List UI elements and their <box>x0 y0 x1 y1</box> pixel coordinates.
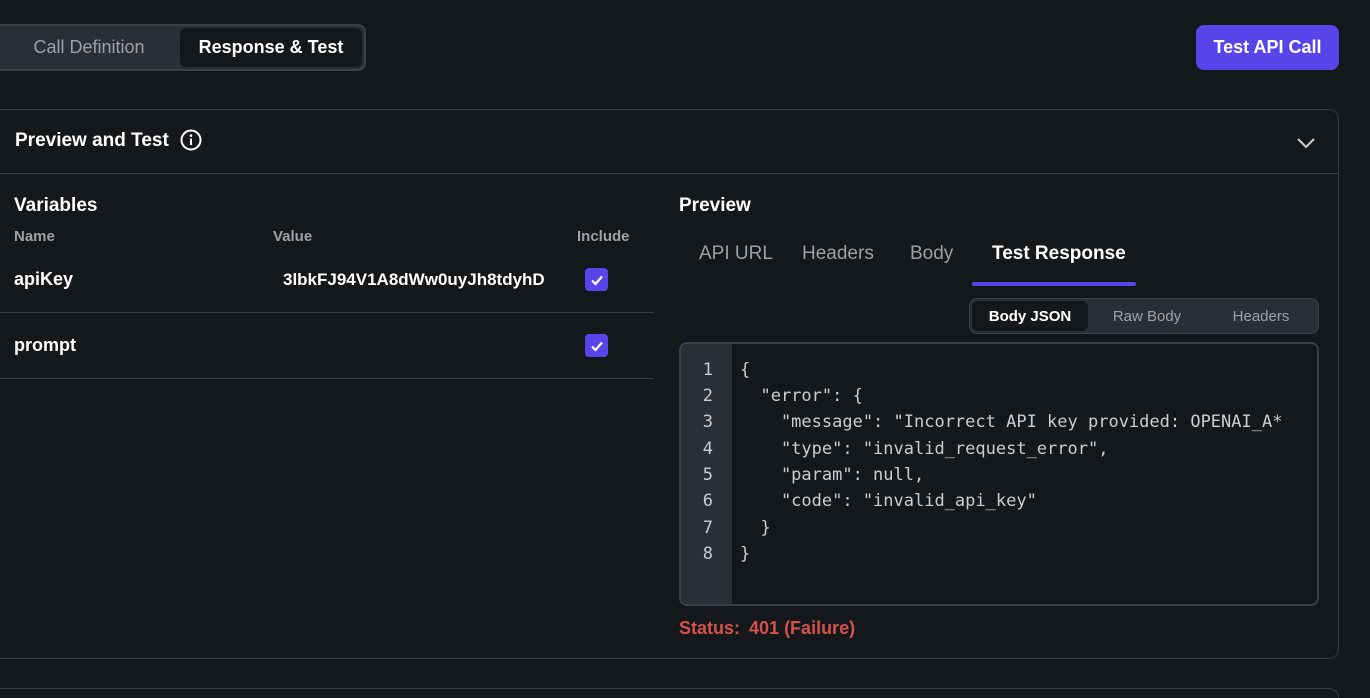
line-number: 1 <box>702 360 713 380</box>
line-number: 3 <box>702 412 713 432</box>
tab-switcher: Call Definition Response & Test <box>0 24 366 71</box>
panel-header[interactable]: Preview and Test <box>0 110 1338 174</box>
tab-call-definition[interactable]: Call Definition <box>0 26 178 69</box>
chevron-down-icon[interactable] <box>1295 132 1317 154</box>
variables-title: Variables <box>14 195 98 216</box>
tab-body[interactable]: Body <box>910 243 953 265</box>
line-number: 2 <box>702 386 713 406</box>
check-icon <box>590 341 603 352</box>
panel-title: Preview and Test <box>15 130 169 151</box>
column-header-name: Name <box>14 228 55 245</box>
test-api-call-button[interactable]: Test API Call <box>1196 25 1339 70</box>
line-number: 4 <box>702 439 713 459</box>
check-icon <box>590 275 603 286</box>
line-number: 7 <box>702 518 713 538</box>
line-number: 8 <box>702 544 713 564</box>
response-view-switcher: Body JSON Raw Body Headers <box>969 298 1319 334</box>
tab-response-test[interactable]: Response & Test <box>180 28 362 67</box>
include-checkbox-prompt[interactable] <box>585 334 608 357</box>
code-line: "code": "invalid_api_key" <box>740 491 1037 511</box>
status-value: 401 (Failure) <box>749 618 856 638</box>
tab-api-url[interactable]: API URL <box>699 243 773 265</box>
response-status: Status: 401 (Failure) <box>679 618 855 639</box>
tab-headers[interactable]: Headers <box>802 243 874 265</box>
subtab-raw-body[interactable]: Raw Body <box>1088 299 1206 333</box>
code-line: "type": "invalid_request_error", <box>740 439 1109 459</box>
variable-name-apikey: apiKey <box>14 269 74 289</box>
variable-value-apikey[interactable]: 3lbkFJ94V1A8dWw0uyJh8tdyhD <box>283 270 553 290</box>
column-header-include: Include <box>577 228 630 245</box>
code-line: { <box>740 360 751 380</box>
subtab-body-json[interactable]: Body JSON <box>972 301 1088 331</box>
line-number: 6 <box>702 491 713 511</box>
active-tab-indicator <box>972 282 1136 286</box>
code-line: "message": "Incorrect API key provided: … <box>740 412 1283 432</box>
code-line: "error": { <box>740 386 863 406</box>
tab-test-response[interactable]: Test Response <box>992 243 1126 265</box>
next-section-card <box>0 688 1339 698</box>
column-header-value: Value <box>273 228 313 245</box>
info-icon[interactable] <box>180 129 202 151</box>
code-line: "param": null, <box>740 465 925 485</box>
row-divider <box>0 378 654 379</box>
subtab-headers[interactable]: Headers <box>1206 299 1316 333</box>
row-divider <box>0 312 654 313</box>
line-number: 5 <box>702 465 713 485</box>
preview-title: Preview <box>679 195 751 216</box>
status-label: Status: <box>679 618 741 638</box>
code-viewer[interactable]: 1 2 3 4 5 6 7 8 { "error": { "message": … <box>679 342 1319 606</box>
code-line: } <box>740 544 751 564</box>
code-line: } <box>740 518 771 538</box>
include-checkbox-apikey[interactable] <box>585 268 608 291</box>
variable-name-prompt: prompt <box>14 335 76 355</box>
